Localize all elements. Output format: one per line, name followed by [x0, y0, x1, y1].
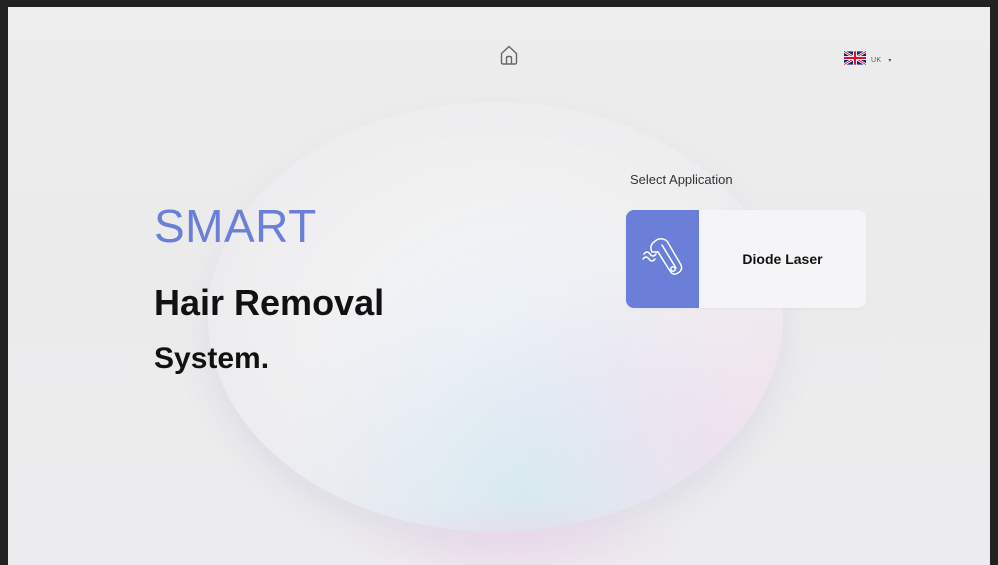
hero-title-line1: Hair Removal [154, 282, 385, 323]
hero-highlight: SMART [154, 200, 317, 252]
home-button[interactable] [496, 44, 522, 70]
device-frame: UK ▾ SMART Hair Removal System. Select A… [0, 0, 998, 565]
hero-title-line2: System. [154, 342, 270, 375]
select-application-label: Select Application [630, 172, 733, 187]
app-screen: UK ▾ SMART Hair Removal System. Select A… [8, 7, 990, 565]
application-card-diode-laser[interactable]: Diode Laser [626, 210, 866, 308]
application-card-label: Diode Laser [742, 251, 823, 267]
uk-flag-icon [843, 50, 867, 70]
home-icon [499, 44, 519, 71]
application-card-icon-area [626, 210, 699, 308]
language-code: UK [871, 57, 882, 64]
chevron-down-icon: ▾ [888, 58, 892, 64]
language-selector[interactable]: UK ▾ [843, 50, 892, 70]
laser-handpiece-icon [640, 232, 686, 287]
